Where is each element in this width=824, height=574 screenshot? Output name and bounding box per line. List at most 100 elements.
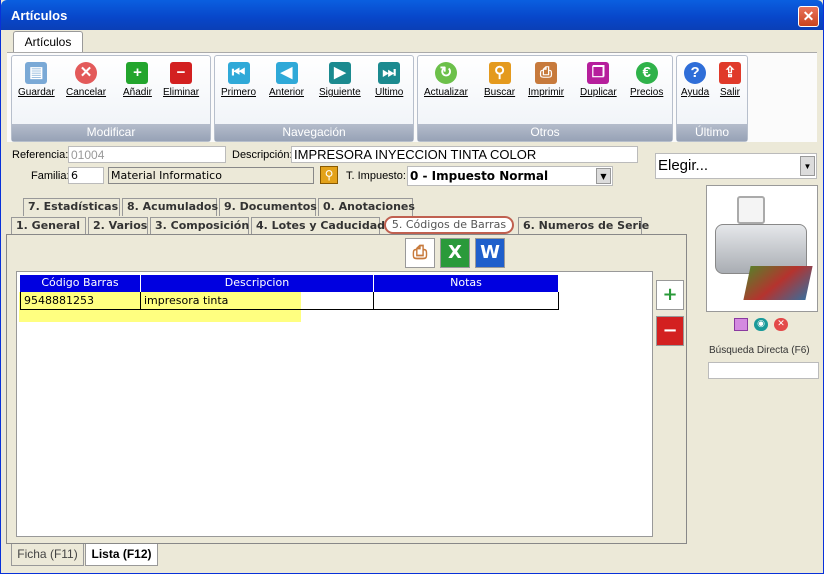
- group-label-otros: Otros: [418, 124, 672, 141]
- cancel-icon: ✕: [75, 62, 98, 84]
- tab-anotaciones[interactable]: 0. Anotaciones: [318, 198, 415, 216]
- tab-estadisticas[interactable]: 7. Estadísticas: [23, 198, 120, 216]
- cancelar-button[interactable]: ✕ Cancelar: [66, 62, 106, 98]
- cell-codigo[interactable]: 9548881253: [20, 292, 141, 310]
- salir-label: Salir: [719, 87, 740, 98]
- guardar-label: Guardar: [18, 87, 55, 98]
- group-modificar: ▤ Guardar ✕ Cancelar + Añadir − Eliminar…: [11, 55, 211, 142]
- tab-numeros-serie[interactable]: 6. Numeros de Serie: [518, 217, 649, 235]
- printer-paper-tray: [737, 196, 765, 224]
- group-navegacion: ⏮ Primero ◀ Anterior ▶ Siguiente ⏭ Ultim…: [214, 55, 414, 142]
- tab-varios[interactable]: 2. Varios: [88, 217, 148, 235]
- barcode-grid: Código Barras Descripcion Notas 95488812…: [16, 271, 653, 537]
- exit-icon: ⇪: [719, 62, 741, 84]
- precios-button[interactable]: € Precios: [630, 62, 663, 98]
- eliminar-label: Eliminar: [163, 87, 200, 98]
- excel-icon[interactable]: X: [440, 238, 470, 268]
- busqueda-directa-label: Búsqueda Directa (F6): [709, 345, 810, 356]
- familia-label: Familia:: [31, 170, 70, 182]
- window-title: Artículos: [11, 8, 68, 23]
- print-icon: ⎙: [535, 62, 558, 84]
- busqueda-directa-input[interactable]: [708, 362, 819, 379]
- elegir-select[interactable]: Elegir... ▼: [655, 153, 817, 179]
- group-ultimo: ? Ayuda ⇪ Salir Último: [676, 55, 748, 142]
- primero-label: Primero: [221, 87, 257, 98]
- tab-documentos[interactable]: 9. Documentos: [219, 198, 317, 216]
- group-otros: ↻ Actualizar ⚲ Buscar ⎙ Imprimir ❐ Dupli…: [417, 55, 673, 142]
- precios-label: Precios: [630, 87, 664, 98]
- word-icon[interactable]: W: [475, 238, 505, 268]
- familia-code-input[interactable]: 6: [68, 167, 104, 184]
- cell-notas[interactable]: [374, 292, 559, 310]
- euro-icon: €: [635, 62, 658, 84]
- elegir-value: Elegir...: [658, 157, 709, 174]
- close-button[interactable]: ✕: [798, 6, 819, 27]
- anterior-button[interactable]: ◀ Anterior: [269, 62, 304, 98]
- duplicar-button[interactable]: ❐ Duplicar: [580, 62, 617, 98]
- impuesto-select[interactable]: 0 - Impuesto Normal ▼: [407, 166, 613, 186]
- ribbon: ▤ Guardar ✕ Cancelar + Añadir − Eliminar…: [7, 52, 817, 142]
- ultimo-button[interactable]: ⏭ Ultimo: [375, 62, 403, 98]
- next-icon: ▶: [328, 62, 351, 84]
- tab-acumulados[interactable]: 8. Acumulados: [122, 198, 218, 216]
- refresh-icon: ↻: [434, 62, 457, 84]
- primero-button[interactable]: ⏮ Primero: [221, 62, 256, 98]
- add-row-icon[interactable]: +: [656, 280, 684, 310]
- referencia-input[interactable]: 01004: [68, 146, 226, 163]
- siguiente-button[interactable]: ▶ Siguiente: [319, 62, 361, 98]
- impuesto-label: T. Impuesto:: [346, 170, 406, 182]
- tab-lotes-caducidad[interactable]: 4. Lotes y Caducidad: [251, 217, 385, 235]
- delete-image-icon[interactable]: ✕: [774, 318, 788, 331]
- view-image-icon[interactable]: ◉: [754, 318, 768, 331]
- remove-icon: −: [170, 62, 193, 84]
- tab-composicion[interactable]: 3. Composición: [150, 217, 249, 235]
- new-image-icon[interactable]: [734, 318, 748, 331]
- guardar-button[interactable]: ▤ Guardar: [18, 62, 55, 98]
- buscar-button[interactable]: ⚲ Buscar: [484, 62, 515, 98]
- imprimir-button[interactable]: ⎙ Imprimir: [528, 62, 564, 98]
- header-codigo-barras[interactable]: Código Barras: [20, 275, 141, 292]
- tab-codigos-barras[interactable]: 5. Códigos de Barras: [384, 216, 514, 234]
- eliminar-button[interactable]: − Eliminar: [163, 62, 199, 98]
- ultimo-label: Ultimo: [375, 87, 404, 98]
- tab-general[interactable]: 1. General: [11, 217, 86, 235]
- descripcion-input[interactable]: IMPRESORA INYECCION TINTA COLOR: [291, 146, 638, 163]
- delete-row-icon[interactable]: −: [656, 316, 684, 346]
- add-icon: +: [126, 62, 149, 84]
- search-icon[interactable]: ⚲: [320, 166, 338, 184]
- header-notas[interactable]: Notas: [374, 275, 559, 292]
- binoculars-icon: ⚲: [488, 62, 511, 84]
- title-bar: Artículos ✕: [1, 0, 823, 30]
- chevron-down-icon[interactable]: ▼: [800, 156, 815, 176]
- tab-ficha[interactable]: Ficha (F11): [11, 544, 84, 566]
- cell-descripcion[interactable]: impresora tinta: [141, 292, 301, 310]
- group-label-navegacion: Navegación: [215, 124, 413, 141]
- tab-lista[interactable]: Lista (F12): [85, 544, 158, 566]
- descripcion-label: Descripción:: [232, 149, 293, 161]
- help-icon: ?: [684, 62, 707, 84]
- ayuda-button[interactable]: ? Ayuda: [681, 62, 709, 98]
- ribbon-tab-articulos[interactable]: Artículos: [13, 31, 83, 53]
- ayuda-label: Ayuda: [681, 87, 710, 98]
- familia-name-field: Material Informatico: [108, 167, 314, 184]
- previous-icon: ◀: [275, 62, 298, 84]
- product-image: [706, 185, 818, 312]
- print-icon[interactable]: ⎙: [405, 238, 435, 268]
- anadir-button[interactable]: + Añadir: [123, 62, 152, 98]
- imprimir-label: Imprimir: [528, 87, 565, 98]
- anadir-label: Añadir: [123, 87, 152, 98]
- save-icon: ▤: [25, 62, 48, 84]
- duplicar-label: Duplicar: [580, 87, 617, 98]
- group-label-ultimo: Último: [677, 124, 747, 141]
- actualizar-button[interactable]: ↻ Actualizar: [424, 62, 468, 98]
- cancelar-label: Cancelar: [66, 87, 107, 98]
- first-icon: ⏮: [227, 62, 250, 84]
- header-descripcion[interactable]: Descripcion: [141, 275, 374, 292]
- impuesto-value: 0 - Impuesto Normal: [410, 169, 549, 183]
- anterior-label: Anterior: [269, 87, 305, 98]
- main-window: Artículos ✕ Artículos ▤ Guardar ✕ Cancel…: [0, 0, 824, 574]
- actualizar-label: Actualizar: [424, 87, 468, 98]
- printed-photo: [743, 266, 813, 300]
- salir-button[interactable]: ⇪ Salir: [719, 62, 741, 98]
- chevron-down-icon[interactable]: ▼: [596, 168, 611, 184]
